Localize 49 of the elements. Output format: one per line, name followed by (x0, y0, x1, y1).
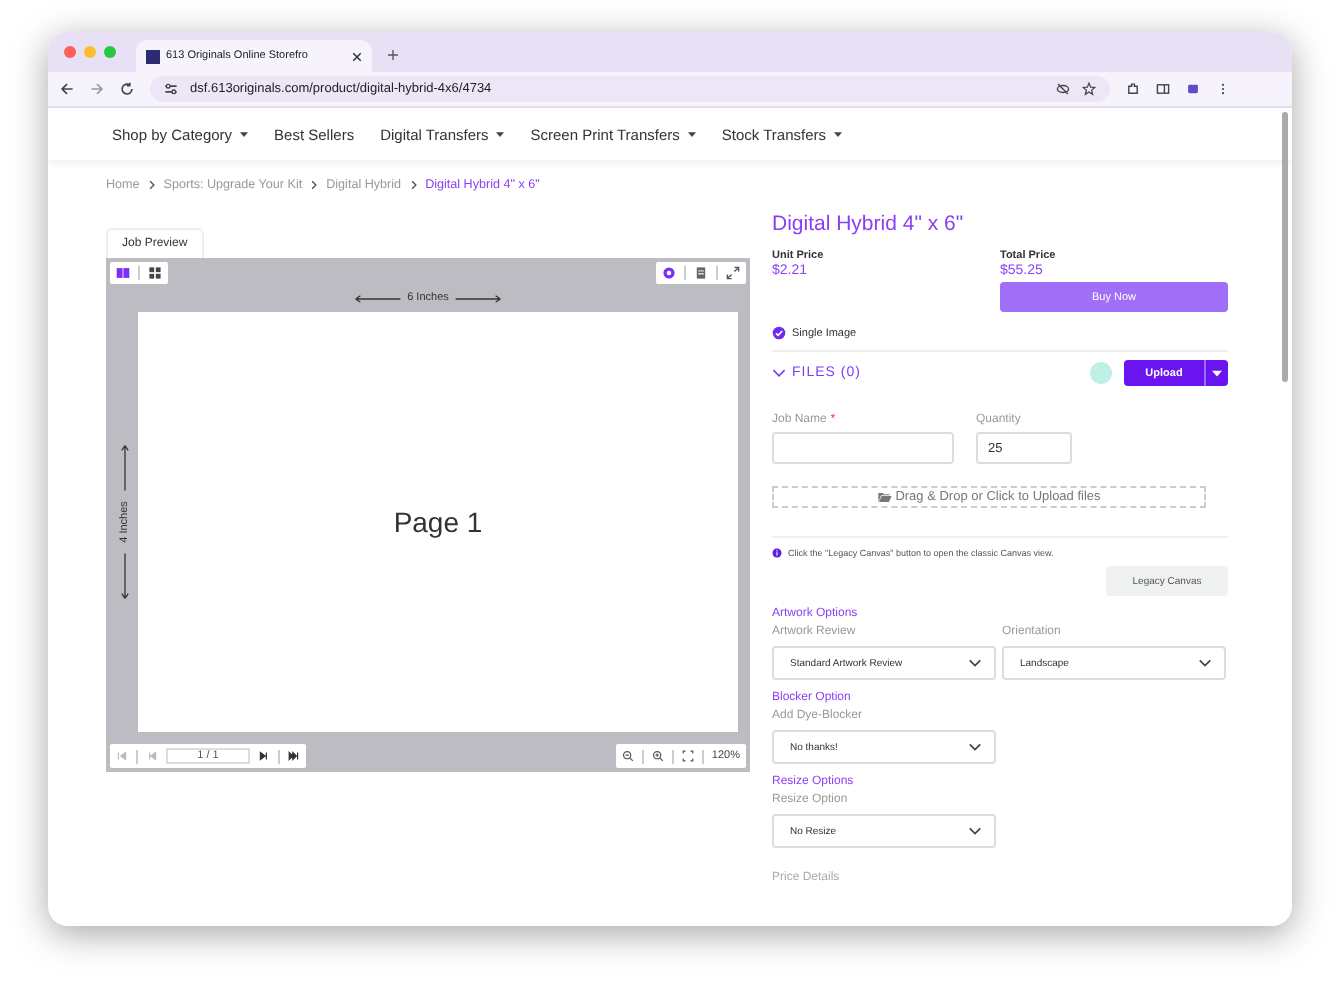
last-page-icon[interactable] (288, 750, 300, 762)
next-page-icon[interactable] (258, 750, 270, 762)
favicon-icon (146, 49, 160, 63)
chevron-right-icon (310, 179, 319, 189)
zoom-in-icon[interactable] (651, 750, 664, 762)
folder-icon (877, 492, 892, 502)
grid-icon[interactable] (148, 266, 162, 280)
close-icon[interactable] (352, 51, 362, 61)
caret-icon (496, 131, 505, 137)
chevron-right-icon (147, 179, 156, 189)
chevron-down-icon (968, 658, 982, 668)
chevron-down-icon (968, 742, 982, 752)
reload-icon[interactable] (120, 82, 134, 96)
dimension-arrow-icon (119, 444, 129, 492)
star-icon[interactable] (1082, 82, 1096, 96)
zoom-out-icon[interactable] (621, 750, 634, 762)
caret-icon (1212, 369, 1222, 377)
dimension-arrow-icon (353, 293, 402, 303)
document-icon[interactable] (694, 266, 708, 280)
chevron-down-icon (968, 826, 982, 836)
upload-menu-button[interactable] (1204, 360, 1228, 386)
sidebar-icon[interactable] (1156, 82, 1170, 96)
job-name-input[interactable] (772, 432, 954, 464)
eye-icon[interactable] (662, 266, 676, 280)
more-menu-icon[interactable] (1216, 82, 1230, 96)
page-label: Page 1 (393, 506, 483, 538)
info-icon (772, 548, 782, 558)
eye-slash-icon[interactable] (1056, 82, 1070, 96)
caret-icon (240, 131, 249, 137)
status-dot-icon (1090, 362, 1112, 384)
new-tab-icon[interactable] (388, 50, 398, 60)
product-title: Digital Hybrid 4" x 6" (772, 212, 966, 236)
caret-icon (687, 131, 696, 137)
site-settings-icon[interactable] (164, 82, 178, 96)
fit-screen-icon[interactable] (681, 750, 694, 762)
profile-icon[interactable] (1186, 82, 1200, 96)
checkbox-icon[interactable] (772, 326, 786, 340)
scrollbar-thumb[interactable] (1282, 112, 1288, 382)
dimension-arrow-icon (454, 293, 503, 303)
back-arrow-icon[interactable] (60, 82, 74, 96)
dimension-arrow-icon (119, 552, 129, 600)
chevron-right-icon (409, 179, 418, 189)
chevron-down-icon[interactable] (772, 368, 786, 378)
expand-icon[interactable] (726, 266, 740, 280)
forward-arrow-icon[interactable] (90, 82, 104, 96)
extensions-icon[interactable] (1126, 82, 1140, 96)
chevron-down-icon (1198, 658, 1212, 668)
book-icon[interactable] (116, 266, 130, 280)
caret-icon (834, 131, 842, 137)
